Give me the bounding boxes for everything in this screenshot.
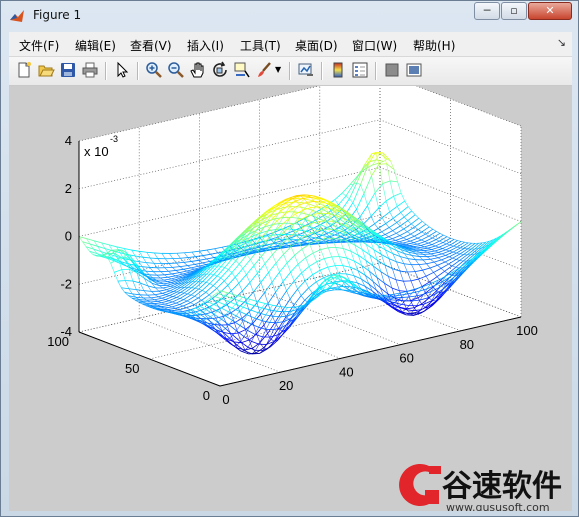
mesh-line [397, 299, 406, 302]
y-tick-label: 50 [125, 361, 139, 376]
menu-tools[interactable]: 工具(T) [240, 37, 281, 54]
title-bar[interactable]: Figure 1 ─ ▫ ✕ [1, 1, 578, 31]
toolbar-separator [137, 62, 139, 80]
gususoft-logo-icon [399, 464, 441, 506]
rotate-3d-icon[interactable] [211, 61, 229, 79]
toolbar-separator [375, 62, 377, 80]
menu-view[interactable]: 查看(V) [130, 37, 172, 54]
menu-desktop[interactable]: 桌面(D) [295, 37, 338, 54]
matlab-logo-icon [10, 10, 24, 22]
figure-window: Figure 1 ─ ▫ ✕ 文件(F) 编辑(E) 查看(V) 插入(I) 工… [0, 0, 579, 517]
x-tick-label: 100 [516, 323, 538, 338]
zoom-out-icon[interactable] [167, 61, 185, 79]
surface-plot[interactable]: 020406080100100500420-2-4 x 10 -3 谷速软件 w… [9, 86, 572, 511]
close-button[interactable]: ✕ [528, 2, 572, 20]
z-exponent-power: -3 [110, 134, 118, 144]
mesh-line [321, 212, 330, 215]
toolbar-separator [105, 62, 107, 80]
toolbar-separator [321, 62, 323, 80]
watermark: 谷速软件 www.gususoft.com [399, 464, 562, 511]
dock-arrow-icon[interactable]: ↘ [557, 36, 566, 49]
axes-walls [79, 86, 521, 386]
figure-toolbar: ▼ [9, 57, 572, 86]
minimize-button[interactable]: ─ [474, 2, 500, 20]
menu-bar: 文件(F) 编辑(E) 查看(V) 插入(I) 工具(T) 桌面(D) 窗口(W… [9, 32, 572, 57]
maximize-button[interactable]: ▫ [501, 2, 527, 20]
x-tick-label: 60 [399, 351, 413, 366]
z-tick-label: 0 [65, 229, 72, 244]
brush-icon[interactable] [255, 61, 273, 79]
x-tick-label: 40 [339, 364, 353, 379]
show-plot-tools-icon[interactable] [405, 61, 423, 79]
save-icon[interactable] [59, 61, 77, 79]
mesh-line [150, 257, 158, 259]
menu-edit[interactable]: 编辑(E) [75, 37, 116, 54]
menu-window[interactable]: 窗口(W) [352, 37, 397, 54]
z-tick-label: -4 [60, 324, 72, 339]
watermark-text: 谷速软件 [442, 469, 562, 504]
brush-dropdown-icon[interactable]: ▼ [275, 65, 281, 74]
select-arrow-icon[interactable] [113, 61, 131, 79]
legend-icon[interactable] [351, 61, 369, 79]
zoom-in-icon[interactable] [145, 61, 163, 79]
mesh-line [379, 163, 387, 165]
mesh-line [145, 270, 154, 273]
pan-hand-icon[interactable] [189, 61, 207, 79]
menu-file[interactable]: 文件(F) [19, 37, 59, 54]
window-title: Figure 1 [33, 8, 82, 22]
print-icon[interactable] [81, 61, 99, 79]
watermark-url: www.gususoft.com [446, 501, 550, 511]
menu-insert[interactable]: 插入(I) [187, 37, 224, 54]
x-tick-label: 0 [222, 392, 229, 407]
toolbar-separator [289, 62, 291, 80]
z-tick-label: -2 [60, 276, 72, 291]
z-exponent-label: x 10 [84, 144, 109, 159]
figure-canvas[interactable]: 0 20 40 60 80 100 100 50 0 4 2 0 -2 -4 x 10 -3 谷速软件 w… [9, 86, 572, 511]
y-tick-label: 0 [203, 388, 210, 403]
z-tick-label: 4 [65, 133, 72, 148]
new-figure-icon[interactable] [15, 61, 33, 79]
x-tick-label: 20 [279, 378, 293, 393]
data-cursor-icon[interactable] [233, 61, 251, 79]
link-plot-icon[interactable] [297, 61, 315, 79]
z-tick-label: 2 [65, 181, 72, 196]
x-tick-label: 80 [460, 337, 474, 352]
hide-plot-tools-icon[interactable] [383, 61, 401, 79]
menu-help[interactable]: 帮助(H) [413, 37, 455, 54]
open-file-icon[interactable] [37, 61, 55, 79]
colorbar-icon[interactable] [329, 61, 347, 79]
